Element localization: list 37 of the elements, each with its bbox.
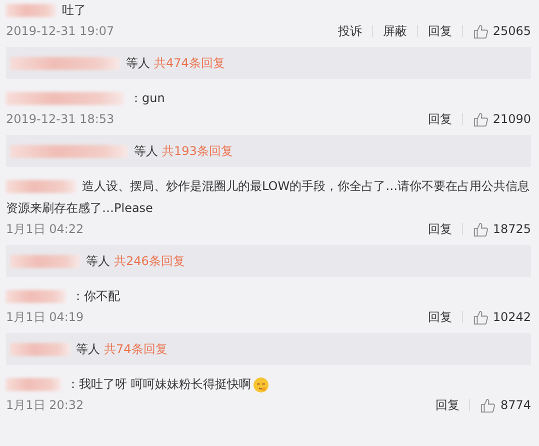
action-link[interactable]: 回复 xyxy=(418,25,463,37)
comment-text: ：我吐了呀 呵呵妹妹粉长得挺快啊 xyxy=(6,373,531,395)
action-link[interactable]: 回复 xyxy=(425,399,470,411)
thumbs-up-icon[interactable] xyxy=(472,112,488,126)
redacted-username xyxy=(6,290,66,304)
action-link[interactable]: 回复 xyxy=(418,113,463,125)
comment-text: ：你不配 xyxy=(6,285,531,307)
action-link[interactable]: 回复 xyxy=(418,223,463,235)
like-count: 25065 xyxy=(492,24,531,38)
thumbs-up-icon[interactable] xyxy=(472,310,488,324)
redacted-username xyxy=(6,4,56,18)
comment-text: ：gun xyxy=(6,87,531,109)
redacted-username xyxy=(6,180,76,194)
replies-suffix: 等人 xyxy=(76,340,100,358)
replies-suffix: 等人 xyxy=(126,54,150,72)
thumbs-up-icon[interactable] xyxy=(480,398,496,412)
replies-suffix: 等人 xyxy=(134,142,158,160)
comment-time: 1月1日 04:22 xyxy=(6,220,85,238)
like-count: 8774 xyxy=(500,398,531,412)
comment-time: 2019-12-31 19:07 xyxy=(6,24,116,38)
action-link[interactable]: 屏蔽 xyxy=(372,25,418,37)
thumbs-up-icon[interactable] xyxy=(472,222,488,236)
redacted-username xyxy=(10,254,80,268)
like-count: 18725 xyxy=(492,222,531,236)
comment-text: 造人设、摆局、炒作是混圈儿的最LOW的手段，你全占了…请你不要在占用公共信息资源来刷存在感了…Please xyxy=(6,178,531,217)
action-link[interactable]: 回复 xyxy=(418,311,463,323)
action-link[interactable]: 投诉 xyxy=(328,25,373,37)
thumbs-up-icon[interactable] xyxy=(472,24,488,38)
comment-time: 1月1日 20:32 xyxy=(6,396,85,414)
redacted-username xyxy=(6,378,61,392)
comment-text: 吐了 xyxy=(6,0,531,21)
redacted-username xyxy=(10,342,70,356)
like-count: 10242 xyxy=(492,310,531,324)
comment-time: 1月1日 04:19 xyxy=(6,308,85,326)
replies-suffix: 等人 xyxy=(86,252,110,270)
comment-time: 2019-12-31 18:53 xyxy=(6,112,116,126)
like-count: 21090 xyxy=(492,112,531,126)
